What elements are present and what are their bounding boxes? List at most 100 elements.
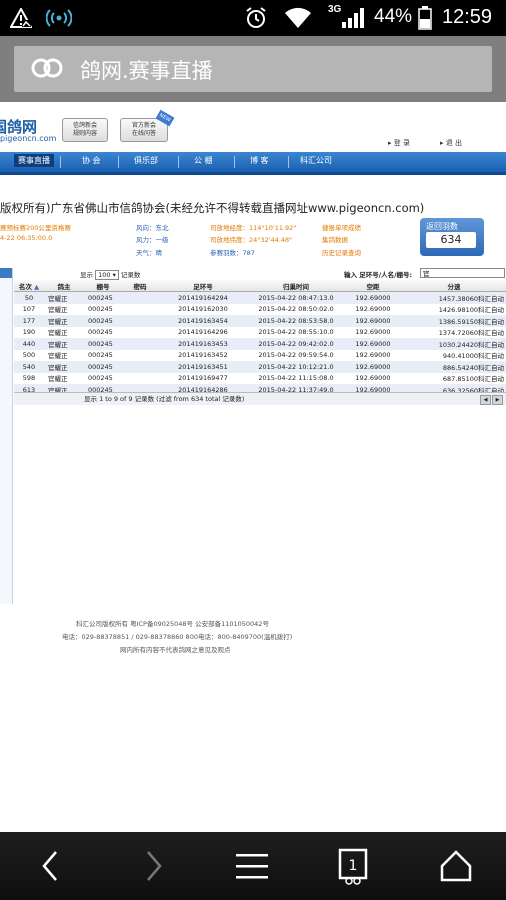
wind-force: 风力：一级 [136,236,169,244]
table-row[interactable]: 500 官耀正 000245 201419163452 2015-04-22 0… [14,349,506,361]
next-page-icon[interactable]: ▶ [492,395,503,405]
column-header[interactable]: 棚号 [84,280,122,292]
address-bar[interactable]: 鸽网.赛事直播 [14,46,492,92]
collection-data-link[interactable]: 集鸽数据 [322,234,348,244]
nav-item-club[interactable]: 俱乐部 [134,155,158,166]
qa-button[interactable]: 官方新会 在线问答 NEW [120,109,175,142]
login-label: 登 录 [393,139,410,147]
table-row[interactable]: 107 官耀正 000245 201419162030 2015-04-22 0… [14,303,506,315]
rank-cell: 598 [14,372,44,384]
code-cell [122,315,158,327]
search-label: 输入 足环号/人名/棚号: [344,271,413,279]
forward-icon[interactable] [132,846,172,886]
loft-cell: 000245 [84,315,122,327]
logout-link[interactable]: ▸ 退 出 [440,138,462,148]
home-icon[interactable] [436,846,476,886]
svg-text:1: 1 [349,858,358,874]
arrival-cell: 2015-04-22 08:55:10.0 [248,326,344,338]
arrival-cell: 2015-04-22 08:53:58.0 [248,315,344,327]
speed-cell: 940.41000科汇自动 [402,349,506,361]
loft-cell: 000245 [84,303,122,315]
nav-divider [288,156,289,168]
nav-divider [118,156,119,168]
tabs-icon[interactable]: 1 [334,846,374,886]
release-longitude: 司放地经度：114°10'11.92" [210,224,297,232]
nav-item-association[interactable]: 协 会 [82,155,101,166]
column-header[interactable]: 归巢时间 [248,280,344,292]
signal-icon [342,8,364,28]
code-cell [122,338,158,350]
nav-divider [178,156,179,168]
nav-item-live[interactable]: 赛事直播 [14,154,54,167]
nav-item-blog[interactable]: 博 客 [250,155,269,166]
ring-cell: 201419164294 [158,291,248,304]
loft-cell: 000245 [84,291,122,304]
table-row[interactable]: 540 官耀正 000245 201419163451 2015-04-22 1… [14,361,506,373]
distance-cell: 192.69000 [344,303,402,315]
arrival-cell: 2015-04-22 11:15:08.0 [248,372,344,384]
results-link[interactable]: 捷报单项成绩 [322,222,361,232]
arrival-cell: 2015-04-22 08:47:13.0 [248,291,344,304]
nav-item-company[interactable]: 科汇公司 [300,155,332,166]
speed-cell: 1426.98100科汇自动 [402,303,506,315]
broadcast-icon [46,9,72,27]
menu-icon[interactable] [232,846,272,886]
column-header[interactable]: 鸽主 [44,280,84,292]
race-name: 赛预标赛200公里资格赛 [0,224,71,232]
history-link[interactable]: 历史记录查询 [322,247,361,257]
code-cell [122,372,158,384]
table-row[interactable]: 440 官耀正 000245 201419163453 2015-04-22 0… [14,338,506,350]
prev-page-icon[interactable]: ◀ [480,395,491,405]
table-row[interactable]: 598 官耀正 000245 201419169477 2015-04-22 1… [14,372,506,384]
return-count-panel: 返回羽数 634 [420,218,484,256]
column-header[interactable]: 足环号 [158,280,248,292]
results-table: 名次 ▲ 鸽主 棚号 密码 足环号 归巢时间 空距 分速 50 官耀正 0002… [14,280,506,396]
loft-cell: 000245 [84,338,122,350]
return-count-label: 返回羽数 [426,222,458,231]
page-size-select[interactable]: 100 ▾ [95,270,119,280]
table-row[interactable]: 50 官耀正 000245 201419164294 2015-04-22 08… [14,291,506,304]
back-icon[interactable] [32,846,72,886]
loft-cell: 000245 [84,372,122,384]
clock: 12:59 [442,6,493,28]
footer-disclaimer: 网内所有内容不代表鸽网之意见及观点 [120,646,231,654]
qa-button-line2: 在线问答 [131,130,156,137]
table-row[interactable]: 177 官耀正 000245 201419163454 2015-04-22 0… [14,315,506,327]
rules-button[interactable]: 信鸽新会 规则内容 [62,118,108,142]
distance-cell: 192.69000 [344,372,402,384]
owner-cell: 官耀正 [44,291,84,304]
owner-cell: 官耀正 [44,361,84,373]
distance-cell: 192.69000 [344,338,402,350]
nav-item-loft[interactable]: 公 棚 [194,155,213,166]
race-headline: 版权所有)广东省佛山市信鸽协会(未经允许不得转载直播网址www.pigeoncn… [0,201,425,215]
site-footer: 科汇公司版权所有 粤ICP备09025048号 公安部备1101050042号 … [0,608,506,668]
arrival-cell: 2015-04-22 09:59:54.0 [248,349,344,361]
rank-cell: 500 [14,349,44,361]
owner-cell: 官耀正 [44,326,84,338]
browser-bottom-nav: 1 [0,832,506,900]
distance-cell: 192.69000 [344,326,402,338]
column-header[interactable]: 名次 ▲ [14,280,44,292]
code-cell [122,303,158,315]
page-title: 鸽网.赛事直播 [80,59,213,83]
weather: 天气：晴 [136,249,162,257]
column-header[interactable]: 密码 [122,280,158,292]
alarm-icon [246,7,266,28]
entry-count: 参赛羽数：787 [210,249,255,257]
browser-logo-icon [31,58,63,78]
rank-cell: 540 [14,361,44,373]
column-header[interactable]: 分速 [402,280,506,292]
owner-cell: 官耀正 [44,349,84,361]
rank-cell: 440 [14,338,44,350]
column-header[interactable]: 空距 [344,280,402,292]
loft-cell: 000245 [84,361,122,373]
loft-cell: 000245 [84,349,122,361]
login-link[interactable]: ▸ 登 录 [388,138,410,148]
code-cell [122,361,158,373]
ring-cell: 201419163454 [158,315,248,327]
table-row[interactable]: 190 官耀正 000245 201419164296 2015-04-22 0… [14,326,506,338]
owner-cell: 官耀正 [44,303,84,315]
footer-copyright: 科汇公司版权所有 粤ICP备09025048号 公安部备1101050042号 [76,620,269,628]
ring-cell: 201419163453 [158,338,248,350]
search-input[interactable]: 官 [420,268,505,278]
